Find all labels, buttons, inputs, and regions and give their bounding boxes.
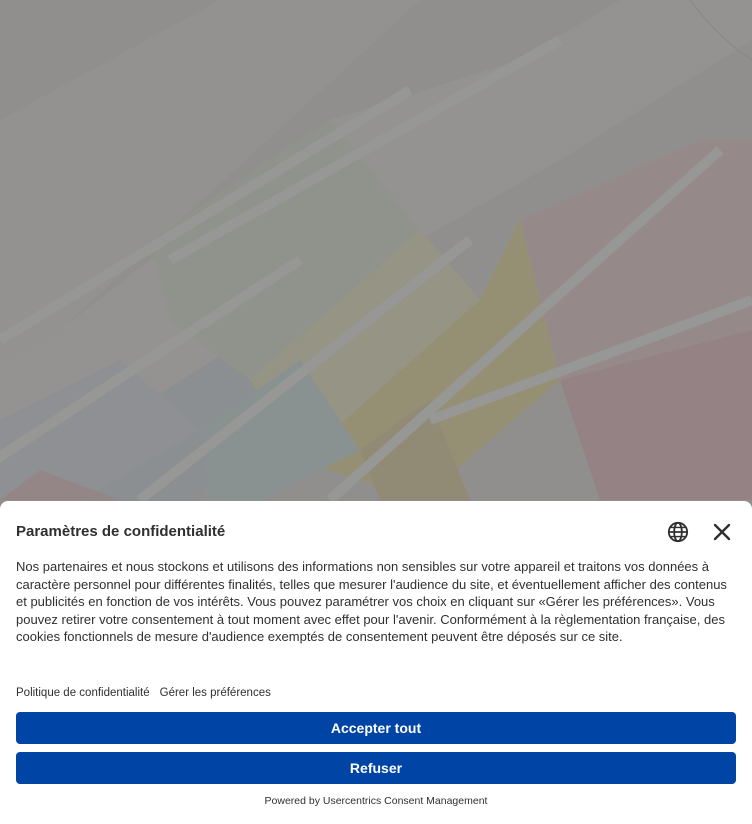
globe-icon (667, 521, 689, 543)
refuse-button[interactable]: Refuser (16, 752, 736, 784)
manage-preferences-link[interactable]: Gérer les préférences (160, 687, 271, 699)
close-icon (713, 523, 731, 541)
accept-all-button[interactable]: Accepter tout (16, 712, 736, 744)
close-button[interactable] (710, 520, 734, 544)
page: Paramètres de confidentialité Nos parten… (0, 0, 752, 824)
banner-links: Politique de confidentialité Gérer les p… (16, 687, 271, 699)
powered-by-text: Powered by Usercentrics Consent Manageme… (264, 795, 488, 807)
language-button[interactable] (666, 520, 690, 544)
consent-banner: Paramètres de confidentialité Nos parten… (0, 501, 752, 824)
privacy-policy-link[interactable]: Politique de confidentialité (16, 687, 150, 699)
banner-description: Nos partenaires et nous stockons et util… (16, 559, 727, 645)
banner-title: Paramètres de confidentialité (16, 523, 226, 540)
banner-header-icons (666, 520, 734, 544)
